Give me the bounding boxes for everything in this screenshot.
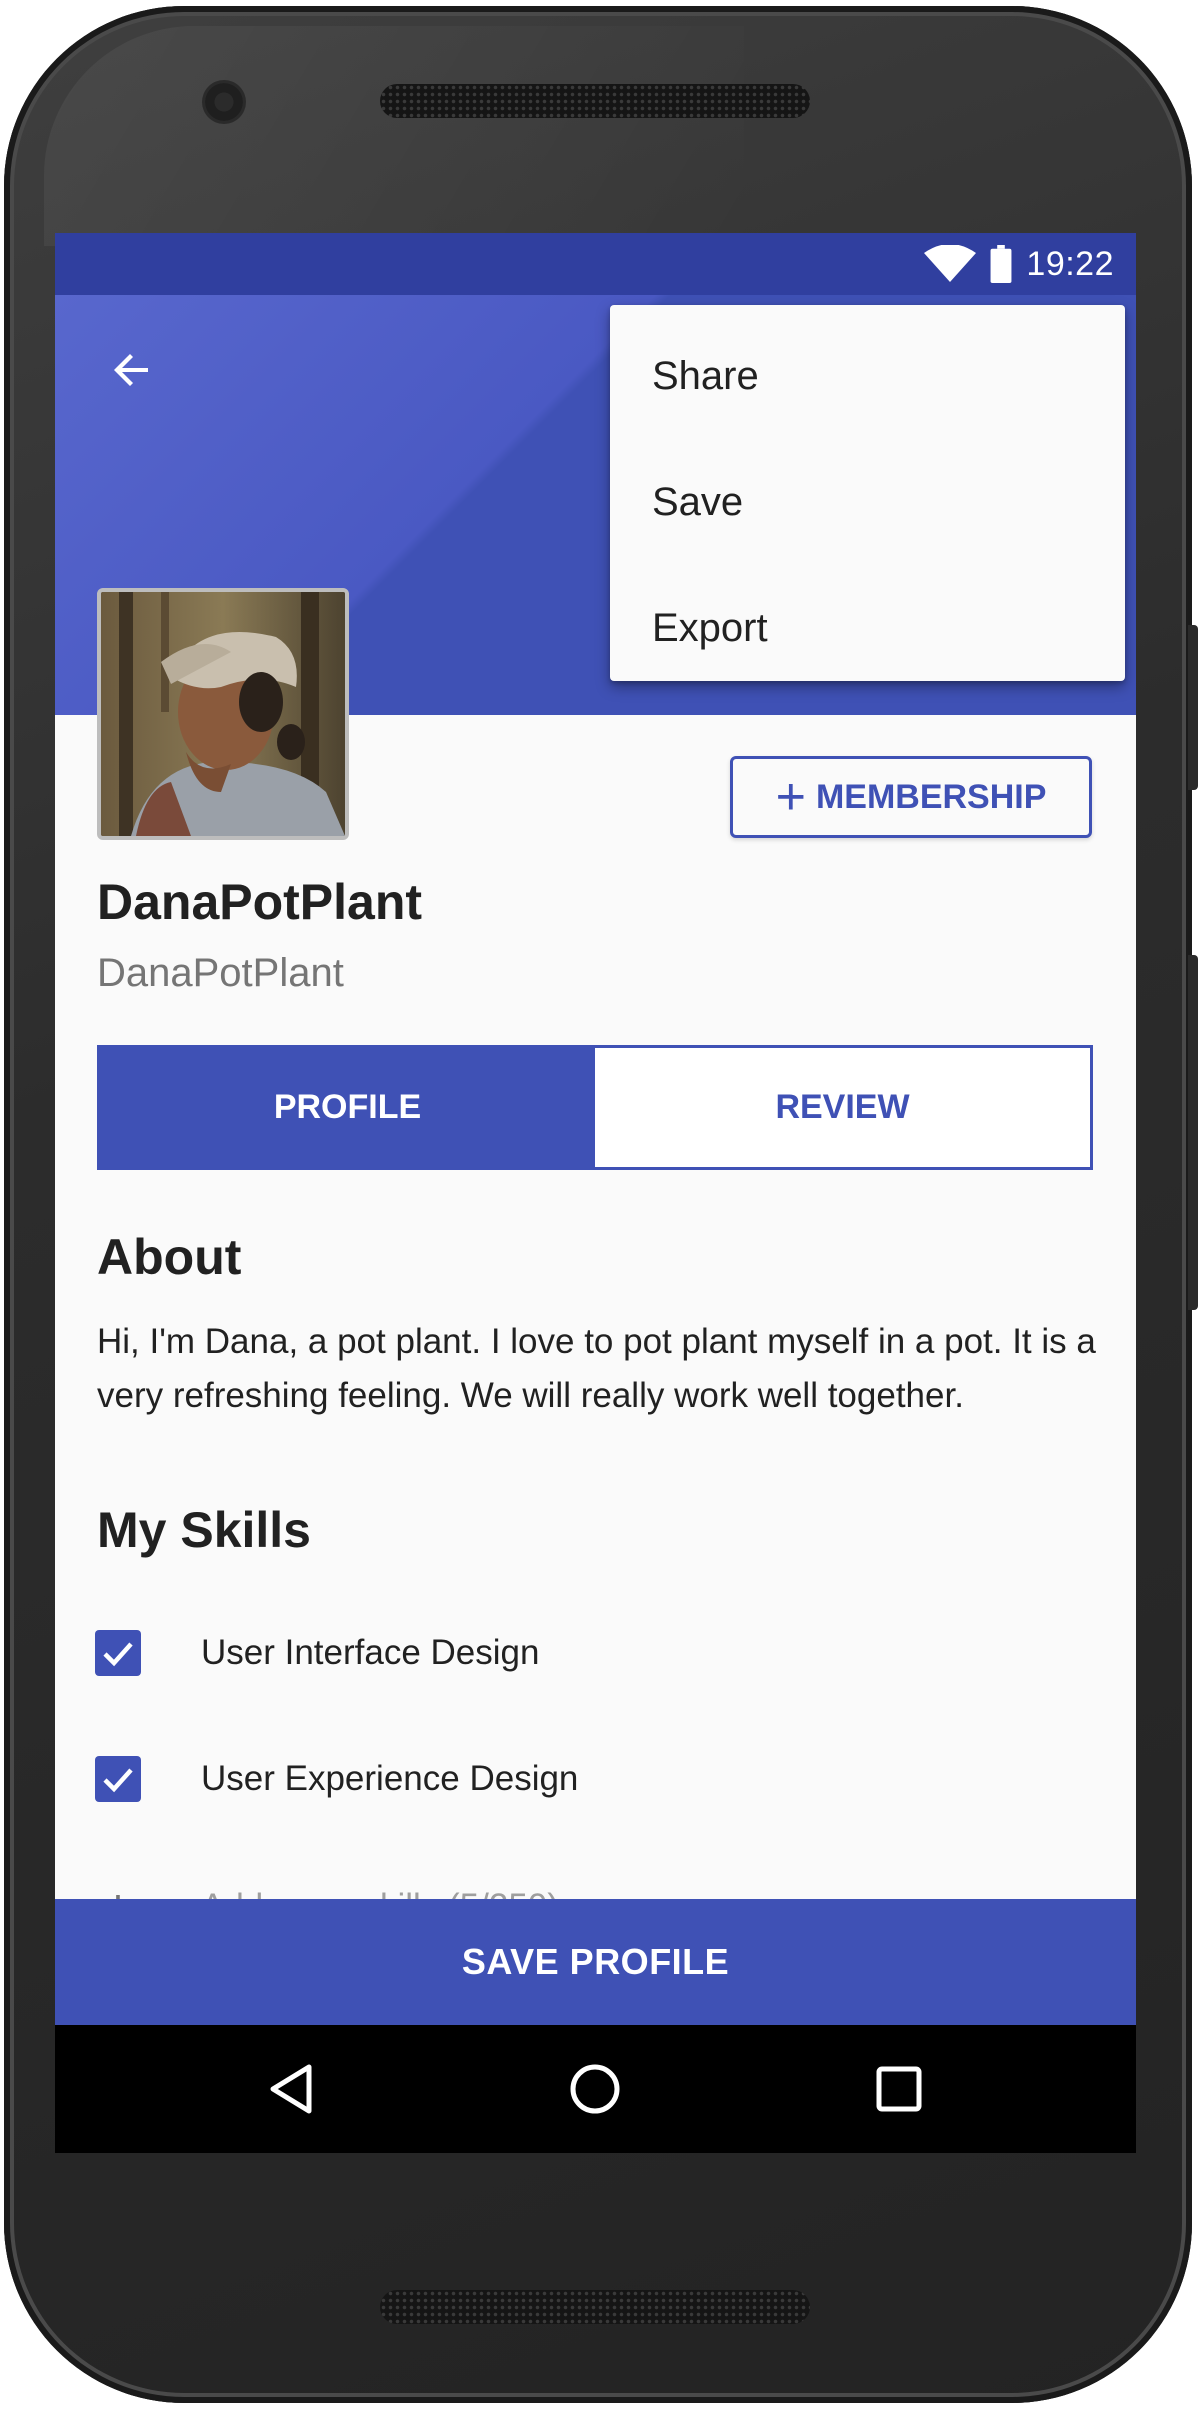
checkbox-checked[interactable] [95, 1630, 141, 1676]
earpiece-speaker [380, 84, 810, 118]
arrow-back-icon [114, 354, 148, 386]
skill-item[interactable]: User Interface Design [95, 1630, 539, 1676]
profile-tabs: PROFILE REVIEW [97, 1045, 1093, 1170]
skills-heading: My Skills [97, 1502, 311, 1558]
status-bar: 19:22 [55, 233, 1136, 295]
about-text: Hi, I'm Dana, a pot plant. I love to pot… [97, 1322, 1096, 1415]
membership-button[interactable]: + MEMBERSHIP [730, 756, 1092, 838]
save-profile-button[interactable]: SAVE PROFILE [55, 1899, 1136, 2025]
menu-item-export[interactable]: Export [610, 565, 1125, 691]
overflow-menu: Share Save Export [610, 305, 1125, 681]
check-icon [103, 1642, 133, 1667]
about-heading: About [97, 1229, 242, 1285]
screen: 19:22 + MEMBERSHIP DanaPotPlant DanaPotP… [55, 233, 1136, 2153]
wifi-icon [924, 245, 977, 282]
tab-review[interactable]: REVIEW [595, 1048, 1090, 1167]
front-camera [202, 80, 246, 124]
nav-recents-button[interactable] [869, 2059, 929, 2119]
menu-item-share[interactable]: Share [610, 313, 1125, 439]
phone-gloss [44, 26, 744, 246]
back-button[interactable] [97, 335, 167, 405]
checkbox-checked[interactable] [95, 1756, 141, 1802]
membership-label: MEMBERSHIP [815, 777, 1047, 816]
avatar-photo [101, 592, 345, 836]
battery-icon [990, 245, 1012, 283]
nav-home-button[interactable] [565, 2059, 625, 2119]
avatar [97, 588, 349, 840]
nav-back-button[interactable] [261, 2059, 321, 2119]
profile-handle: DanaPotPlant [97, 951, 344, 995]
skill-label: User Interface Design [201, 1633, 540, 1672]
plus-icon: + [775, 768, 806, 826]
power-button [1188, 625, 1198, 790]
volume-button [1188, 955, 1198, 1310]
nav-home-icon [570, 2064, 620, 2114]
navigation-bar [55, 2025, 1136, 2153]
nav-back-icon [270, 2064, 312, 2114]
nav-recents-icon [876, 2066, 922, 2112]
profile-name: DanaPotPlant [97, 874, 423, 930]
skill-item[interactable]: User Experience Design [95, 1756, 578, 1802]
status-time: 19:22 [1026, 244, 1114, 283]
tab-profile[interactable]: PROFILE [100, 1048, 595, 1167]
check-icon [103, 1768, 133, 1793]
skill-label: User Experience Design [201, 1759, 579, 1798]
menu-item-save[interactable]: Save [610, 439, 1125, 565]
bottom-speaker [380, 2290, 810, 2324]
